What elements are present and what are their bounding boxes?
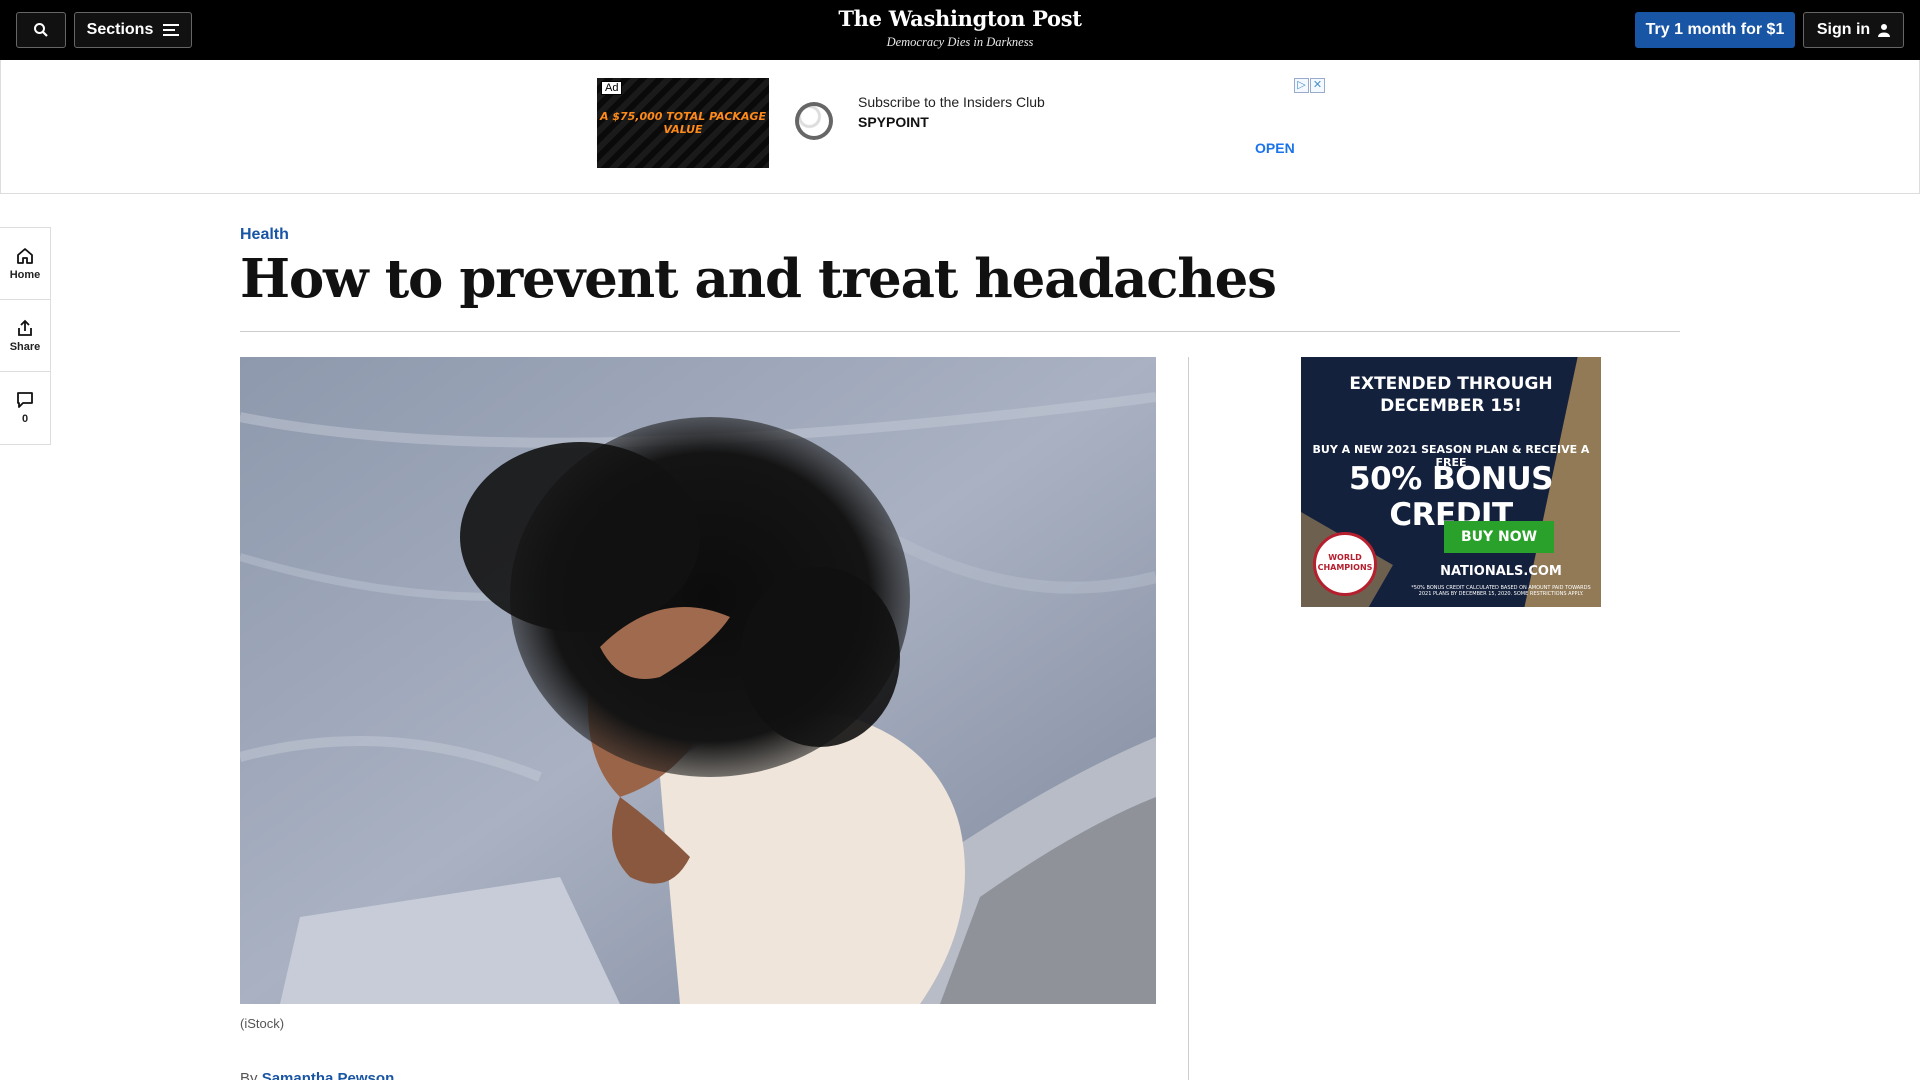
ad-label: Ad [601,81,623,95]
ad-choices-icon[interactable]: ▷ [1294,78,1309,93]
top-ad-banner[interactable]: Ad A $75,000 TOTAL PACKAGE VALUE Subscri… [0,60,1920,194]
sidebar-ad-site: NATIONALS.COM [1440,564,1562,579]
ad-image[interactable]: Ad A $75,000 TOTAL PACKAGE VALUE [597,78,769,168]
sign-in-label: Sign in [1816,21,1871,38]
nationals-badge-icon: WORLD CHAMPIONS [1313,532,1377,596]
rail-comments-count: 0 [21,413,29,425]
top-navigation-bar: Sections The Washington Post Democracy D… [0,0,1920,60]
comment-icon [17,392,33,408]
globe-icon [795,102,833,140]
column-divider [1188,357,1189,1080]
sidebar-ad-headline-2: DECEMBER 15! [1380,396,1522,416]
hamburger-menu-icon [163,24,180,36]
sections-menu-button[interactable]: Sections [74,12,192,48]
search-icon [34,23,48,37]
rail-comments-button[interactable]: 0 [0,372,50,444]
subscribe-trial-button[interactable]: Try 1 month for $1 [1635,12,1795,48]
sidebar-ad-fine-print: *50% BONUS CREDIT CALCULATED BASED ON AM… [1411,585,1591,597]
logo-wordmark: The Washington Post [838,6,1082,31]
rail-share-button[interactable]: Share [0,300,50,372]
rail-share-label: Share [9,340,41,353]
sidebar-ad-headline: EXTENDED THROUGH DECEMBER 15! [1301,373,1601,417]
article-hero-image [240,357,1156,1004]
sidebar-ad-buy-button[interactable]: BUY NOW [1444,521,1554,553]
image-caption: (iStock) [240,1016,285,1031]
rail-home-button[interactable]: Home [0,228,50,300]
sidebar-ad-headline-1: EXTENDED THROUGH [1349,374,1553,394]
logo-tagline: Democracy Dies in Darkness [886,35,1034,49]
byline-author-link[interactable]: Samantha Pewson [262,1070,395,1080]
article-byline: By Samantha Pewson [240,1070,394,1080]
ad-choices[interactable]: ▷ ✕ [1294,78,1325,93]
sections-label: Sections [86,21,154,38]
ad-open-button[interactable]: OPEN [1255,140,1295,156]
ad-title[interactable]: Subscribe to the Insiders Club [858,94,1045,110]
sidebar-ad[interactable]: EXTENDED THROUGH DECEMBER 15! BUY A NEW … [1301,357,1601,607]
user-icon [1878,24,1891,37]
ad-advertiser[interactable]: SPYPOINT [858,114,929,130]
site-logo[interactable]: The Washington Post Democracy Dies in Da… [760,6,1160,50]
hero-illustration [240,357,1156,1004]
article-headline: How to prevent and treat headaches [240,248,1277,310]
ad-image-text: A $75,000 TOTAL PACKAGE VALUE [599,110,766,136]
home-icon [17,247,33,264]
left-share-rail: Home Share 0 [0,227,51,445]
share-icon [18,319,32,336]
byline-prefix: By [240,1070,258,1080]
search-button[interactable] [16,12,66,48]
rail-home-label: Home [9,268,41,281]
sign-in-button[interactable]: Sign in [1803,12,1904,48]
close-icon[interactable]: ✕ [1310,78,1325,93]
headline-divider [240,331,1680,332]
section-kicker-link[interactable]: Health [240,226,289,244]
